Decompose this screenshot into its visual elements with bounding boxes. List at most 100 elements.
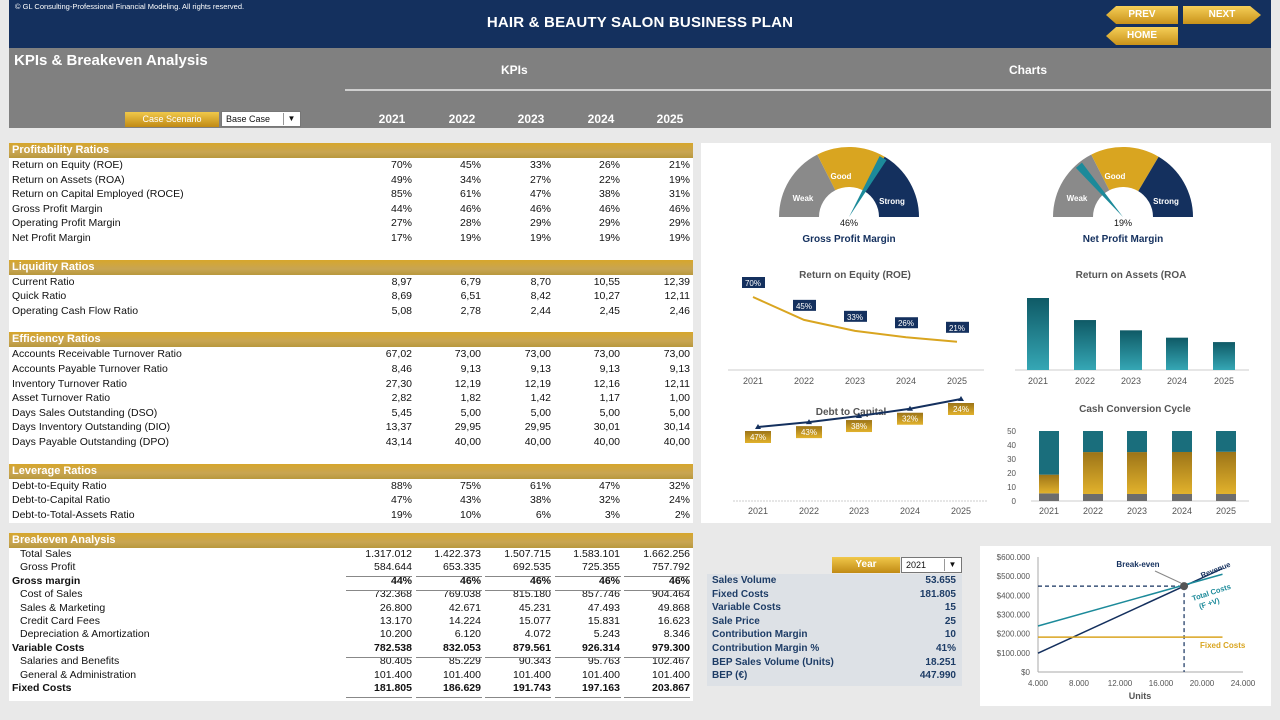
cell-value: 21%	[668, 159, 690, 171]
section-header: Leverage Ratios	[9, 463, 693, 479]
cell-value: 197.163	[582, 681, 620, 694]
cell-value: 5,00	[460, 406, 481, 419]
chevron-down-icon[interactable]: ▼	[283, 113, 299, 125]
cell-value: 8,70	[530, 275, 551, 288]
cell-value: 8,69	[391, 290, 412, 303]
cell-value: 19%	[668, 173, 690, 186]
y-tick-label: 30	[1007, 455, 1016, 464]
cell-value: 43,14	[385, 435, 412, 448]
divider	[345, 89, 1271, 91]
cell-value: 75%	[459, 479, 481, 492]
breakeven-table: Breakeven Analysis Total Sales 1.317.012 1.…	[9, 533, 693, 701]
annotation: Break-even	[1116, 560, 1159, 569]
bar-dio	[1172, 451, 1192, 494]
row-label: Inventory Turnover Ratio	[12, 377, 127, 390]
cell-value: 186.629	[443, 681, 481, 694]
cell-value: 1,00	[669, 392, 690, 405]
cell-value: 19%	[668, 231, 690, 244]
row-label: Quick Ratio	[12, 290, 67, 303]
table-row: Days Sales Outstanding (DSO) 5,45 5,00 5,00…	[9, 406, 693, 421]
cell-value: 2,46	[669, 304, 690, 317]
cell-value: 12,16	[593, 377, 620, 390]
cell-value: 16.623	[657, 614, 690, 627]
cell-value: 12,11	[664, 290, 691, 303]
bar-dio	[1039, 474, 1059, 494]
table-row: Depreciation & Amortization 10.200 6.120 4.…	[9, 628, 693, 641]
underline	[485, 697, 551, 698]
x-tick-label: 20.000	[1190, 679, 1215, 688]
cell-value: 926.314	[582, 641, 620, 654]
bep-row: Sale Price 25	[707, 615, 962, 629]
bar-dso	[1039, 493, 1059, 501]
year-select[interactable]: 2021 ▼	[901, 557, 962, 573]
table-row: Total Sales 1.317.012 1.422.373 1.507.715 1.…	[9, 548, 693, 561]
row-label: Operating Profit Margin	[12, 217, 121, 230]
bar-dio	[1127, 452, 1147, 494]
row-label: Sales & Marketing	[20, 601, 106, 614]
cell-value: 27%	[529, 173, 551, 186]
cell-value: 4.072	[524, 628, 551, 641]
cell-value: 879.561	[513, 641, 551, 654]
bep-label: Variable Costs	[712, 602, 781, 614]
bar	[1074, 320, 1096, 370]
charts-panel: Weak Good Strong 46% Gross Profit Margin Weak…	[701, 143, 1271, 523]
x-tick-label: 2025	[947, 376, 967, 386]
bar-dpo	[1172, 431, 1192, 452]
bep-label: Fixed Costs	[712, 588, 769, 600]
prev-button[interactable]: PREV	[1106, 6, 1178, 24]
section-header: Breakeven Analysis	[9, 533, 693, 548]
year-label: Year	[832, 557, 900, 573]
x-tick-label: 2023	[1121, 376, 1141, 386]
row-label: Return on Equity (ROE)	[12, 159, 123, 171]
home-button[interactable]: HOME	[1106, 27, 1178, 45]
cell-value: 14.224	[448, 614, 481, 627]
bep-row: BEP Sales Volume (Units) 18.251	[707, 656, 962, 670]
cell-value: 30,01	[593, 421, 620, 434]
year-header: 2024	[587, 112, 615, 126]
underline	[415, 590, 482, 591]
row-label: Asset Turnover Ratio	[12, 392, 111, 405]
x-tick-label: 2024	[1172, 506, 1192, 516]
row-label: Cost of Sales	[20, 588, 83, 601]
row-label: Debt-to-Total-Assets Ratio	[12, 508, 135, 521]
cell-value: 6,51	[460, 290, 481, 303]
row-label: Current Ratio	[12, 275, 75, 288]
x-tick-label: 2025	[1216, 506, 1236, 516]
cell-value: 2%	[674, 508, 690, 521]
data-label: 38%	[851, 422, 867, 431]
cell-value: 46%	[459, 202, 481, 215]
y-tick-label: 50	[1007, 427, 1016, 436]
table-row: Current Ratio 8,97 6,79 8,70 10,55 12,39	[9, 275, 693, 290]
cell-value: 692.535	[513, 561, 551, 574]
cell-value: 46%	[529, 202, 551, 215]
cell-value: 8,46	[391, 362, 412, 375]
bep-label: Sales Volume	[712, 575, 777, 586]
data-label: 47%	[750, 433, 766, 442]
bep-value: 18.251	[925, 656, 956, 668]
bep-summary: Sales Volume 53.655 Fixed Costs 181.805 Vari…	[707, 574, 962, 686]
underline	[485, 576, 551, 577]
cell-value: 5,00	[669, 406, 690, 419]
bar	[1120, 330, 1142, 370]
cell-value: 49%	[390, 173, 412, 186]
x-tick-label: 2021	[748, 506, 768, 516]
data-label: 24%	[953, 405, 969, 414]
app-title: HAIR & BEAUTY SALON BUSINESS PLAN	[486, 14, 794, 31]
cell-value: 6.120	[454, 628, 481, 641]
y-tick-label: $600.000	[997, 553, 1031, 562]
cell-value: 979.300	[652, 641, 690, 654]
row-label: Accounts Payable Turnover Ratio	[12, 362, 168, 375]
case-scenario-select[interactable]: Base Case ▼	[221, 111, 301, 127]
page-title: KPIs & Breakeven Analysis	[14, 52, 208, 69]
cell-value: 46%	[668, 202, 690, 215]
y-tick-label: 10	[1007, 483, 1016, 492]
cell-value: 12,11	[664, 377, 691, 390]
chevron-down-icon[interactable]: ▼	[944, 559, 960, 571]
cell-value: 9,13	[599, 362, 620, 375]
cell-value: 9,13	[669, 362, 690, 375]
gauge-value: 19%	[1114, 218, 1132, 228]
next-button[interactable]: NEXT	[1183, 6, 1261, 24]
cell-value: 19%	[459, 231, 481, 244]
cell-value: 73,00	[593, 348, 620, 361]
data-label: 21%	[949, 324, 965, 333]
